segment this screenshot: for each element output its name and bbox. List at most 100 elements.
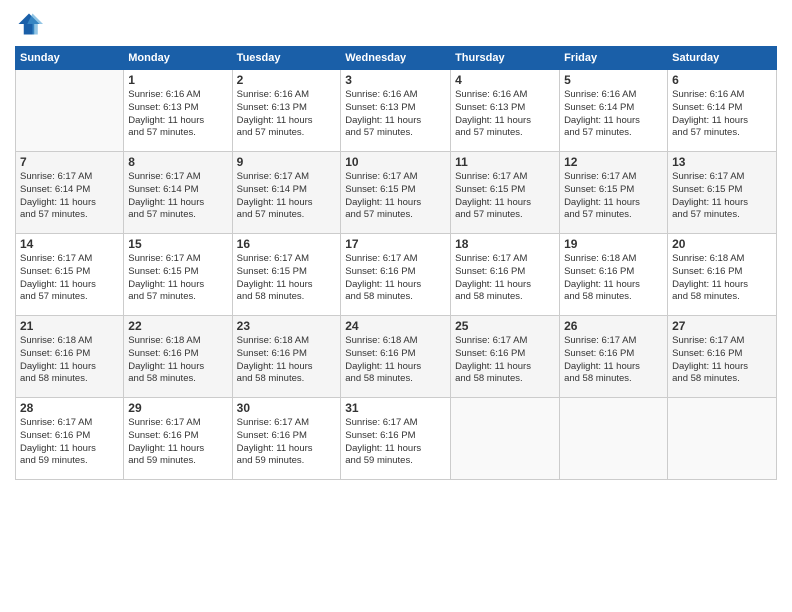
calendar-cell: 29Sunrise: 6:17 AMSunset: 6:16 PMDayligh… [124,398,232,480]
day-number: 21 [20,319,119,333]
day-info: Sunrise: 6:16 AMSunset: 6:13 PMDaylight:… [345,89,446,140]
day-number: 9 [237,155,337,169]
calendar-week-row: 21 Sunrise: 6:18 AMSunset: 6:16 PMDayligh… [16,316,777,398]
calendar-cell: 20 Sunrise: 6:18 AMSunset: 6:16 PMDayligh… [668,234,777,316]
day-info: Sunrise: 6:18 AMSunset: 6:16 PMDaylight:… [237,335,337,386]
calendar-cell: 2 Sunrise: 6:16 AMSunset: 6:13 PMDaylight… [232,70,341,152]
calendar-cell: 15 Sunrise: 6:17 AMSunset: 6:15 PMDayligh… [124,234,232,316]
calendar-week-row: 1 Sunrise: 6:16 AMSunset: 6:13 PMDaylight… [16,70,777,152]
day-header-wednesday: Wednesday [341,47,451,70]
day-header-friday: Friday [560,47,668,70]
day-number: 24 [345,319,446,333]
calendar-cell: 9 Sunrise: 6:17 AMSunset: 6:14 PMDaylight… [232,152,341,234]
day-info: Sunrise: 6:17 AMSunset: 6:16 PMDaylight:… [128,417,227,468]
calendar-cell [451,398,560,480]
day-number: 16 [237,237,337,251]
calendar-cell: 28 Sunrise: 6:17 AMSunset: 6:16 PMDayligh… [16,398,124,480]
day-number: 12 [564,155,663,169]
day-number: 4 [455,73,555,87]
day-info: Sunrise: 6:17 AMSunset: 6:16 PMDaylight:… [455,253,555,304]
day-number: 27 [672,319,772,333]
day-info: Sunrise: 6:17 AMSunset: 6:15 PMDaylight:… [672,171,772,222]
calendar-cell: 11 Sunrise: 6:17 AMSunset: 6:15 PMDayligh… [451,152,560,234]
calendar-cell: 31Sunrise: 6:17 AMSunset: 6:16 PMDayligh… [341,398,451,480]
day-info: Sunrise: 6:16 AMSunset: 6:14 PMDaylight:… [672,89,772,140]
day-number: 6 [672,73,772,87]
day-info: Sunrise: 6:17 AMSunset: 6:16 PMDaylight:… [20,417,119,468]
day-info: Sunrise: 6:17 AMSunset: 6:16 PMDaylight:… [672,335,772,386]
calendar-cell [560,398,668,480]
day-number: 18 [455,237,555,251]
day-info: Sunrise: 6:16 AMSunset: 6:13 PMDaylight:… [128,89,227,140]
day-info: Sunrise: 6:17 AMSunset: 6:16 PMDaylight:… [345,417,446,468]
day-number: 26 [564,319,663,333]
logo-icon [15,10,43,38]
day-number: 15 [128,237,227,251]
day-number: 19 [564,237,663,251]
day-number: 1 [128,73,227,87]
calendar-cell: 26 Sunrise: 6:17 AMSunset: 6:16 PMDayligh… [560,316,668,398]
calendar-cell: 27 Sunrise: 6:17 AMSunset: 6:16 PMDayligh… [668,316,777,398]
calendar-cell: 10 Sunrise: 6:17 AMSunset: 6:15 PMDayligh… [341,152,451,234]
day-header-sunday: Sunday [16,47,124,70]
calendar-cell: 18 Sunrise: 6:17 AMSunset: 6:16 PMDayligh… [451,234,560,316]
day-info: Sunrise: 6:17 AMSunset: 6:14 PMDaylight:… [20,171,119,222]
day-info: Sunrise: 6:17 AMSunset: 6:14 PMDaylight:… [128,171,227,222]
day-header-tuesday: Tuesday [232,47,341,70]
calendar-cell: 12 Sunrise: 6:17 AMSunset: 6:15 PMDayligh… [560,152,668,234]
calendar-cell: 13 Sunrise: 6:17 AMSunset: 6:15 PMDayligh… [668,152,777,234]
calendar-week-row: 28 Sunrise: 6:17 AMSunset: 6:16 PMDayligh… [16,398,777,480]
day-number: 28 [20,401,119,415]
day-number: 11 [455,155,555,169]
day-number: 20 [672,237,772,251]
day-number: 7 [20,155,119,169]
calendar-cell: 22Sunrise: 6:18 AMSunset: 6:16 PMDayligh… [124,316,232,398]
day-header-saturday: Saturday [668,47,777,70]
day-number: 8 [128,155,227,169]
day-info: Sunrise: 6:17 AMSunset: 6:16 PMDaylight:… [237,417,337,468]
calendar-cell: 6 Sunrise: 6:16 AMSunset: 6:14 PMDaylight… [668,70,777,152]
day-header-monday: Monday [124,47,232,70]
calendar-cell: 16Sunrise: 6:17 AMSunset: 6:15 PMDayligh… [232,234,341,316]
day-number: 2 [237,73,337,87]
day-info: Sunrise: 6:18 AMSunset: 6:16 PMDaylight:… [672,253,772,304]
calendar-cell: 24 Sunrise: 6:18 AMSunset: 6:16 PMDayligh… [341,316,451,398]
calendar-cell: 3 Sunrise: 6:16 AMSunset: 6:13 PMDaylight… [341,70,451,152]
calendar-cell: 8 Sunrise: 6:17 AMSunset: 6:14 PMDaylight… [124,152,232,234]
calendar-cell: 4 Sunrise: 6:16 AMSunset: 6:13 PMDaylight… [451,70,560,152]
day-number: 25 [455,319,555,333]
day-info: Sunrise: 6:17 AMSunset: 6:15 PMDaylight:… [455,171,555,222]
day-info: Sunrise: 6:17 AMSunset: 6:16 PMDaylight:… [564,335,663,386]
day-number: 3 [345,73,446,87]
day-number: 14 [20,237,119,251]
day-info: Sunrise: 6:16 AMSunset: 6:13 PMDaylight:… [237,89,337,140]
day-header-thursday: Thursday [451,47,560,70]
calendar-cell [16,70,124,152]
day-info: Sunrise: 6:16 AMSunset: 6:14 PMDaylight:… [564,89,663,140]
day-number: 10 [345,155,446,169]
page-header [15,10,777,38]
day-info: Sunrise: 6:17 AMSunset: 6:15 PMDaylight:… [20,253,119,304]
day-info: Sunrise: 6:17 AMSunset: 6:15 PMDaylight:… [128,253,227,304]
day-number: 5 [564,73,663,87]
day-info: Sunrise: 6:17 AMSunset: 6:16 PMDaylight:… [455,335,555,386]
day-number: 13 [672,155,772,169]
calendar-cell: 25 Sunrise: 6:17 AMSunset: 6:16 PMDayligh… [451,316,560,398]
calendar-cell: 30 Sunrise: 6:17 AMSunset: 6:16 PMDayligh… [232,398,341,480]
day-info: Sunrise: 6:17 AMSunset: 6:15 PMDaylight:… [345,171,446,222]
day-info: Sunrise: 6:18 AMSunset: 6:16 PMDaylight:… [20,335,119,386]
day-info: Sunrise: 6:18 AMSunset: 6:16 PMDaylight:… [345,335,446,386]
day-number: 30 [237,401,337,415]
day-info: Sunrise: 6:18 AMSunset: 6:16 PMDaylight:… [564,253,663,304]
day-info: Sunrise: 6:17 AMSunset: 6:15 PMDaylight:… [564,171,663,222]
day-info: Sunrise: 6:16 AMSunset: 6:13 PMDaylight:… [455,89,555,140]
calendar-cell: 19 Sunrise: 6:18 AMSunset: 6:16 PMDayligh… [560,234,668,316]
day-number: 23 [237,319,337,333]
calendar-cell: 21 Sunrise: 6:18 AMSunset: 6:16 PMDayligh… [16,316,124,398]
calendar-week-row: 14 Sunrise: 6:17 AMSunset: 6:15 PMDayligh… [16,234,777,316]
calendar-week-row: 7 Sunrise: 6:17 AMSunset: 6:14 PMDaylight… [16,152,777,234]
calendar-cell: 7 Sunrise: 6:17 AMSunset: 6:14 PMDaylight… [16,152,124,234]
day-info: Sunrise: 6:17 AMSunset: 6:14 PMDaylight:… [237,171,337,222]
calendar-table: SundayMondayTuesdayWednesdayThursdayFrid… [15,46,777,480]
calendar-cell: 23 Sunrise: 6:18 AMSunset: 6:16 PMDayligh… [232,316,341,398]
